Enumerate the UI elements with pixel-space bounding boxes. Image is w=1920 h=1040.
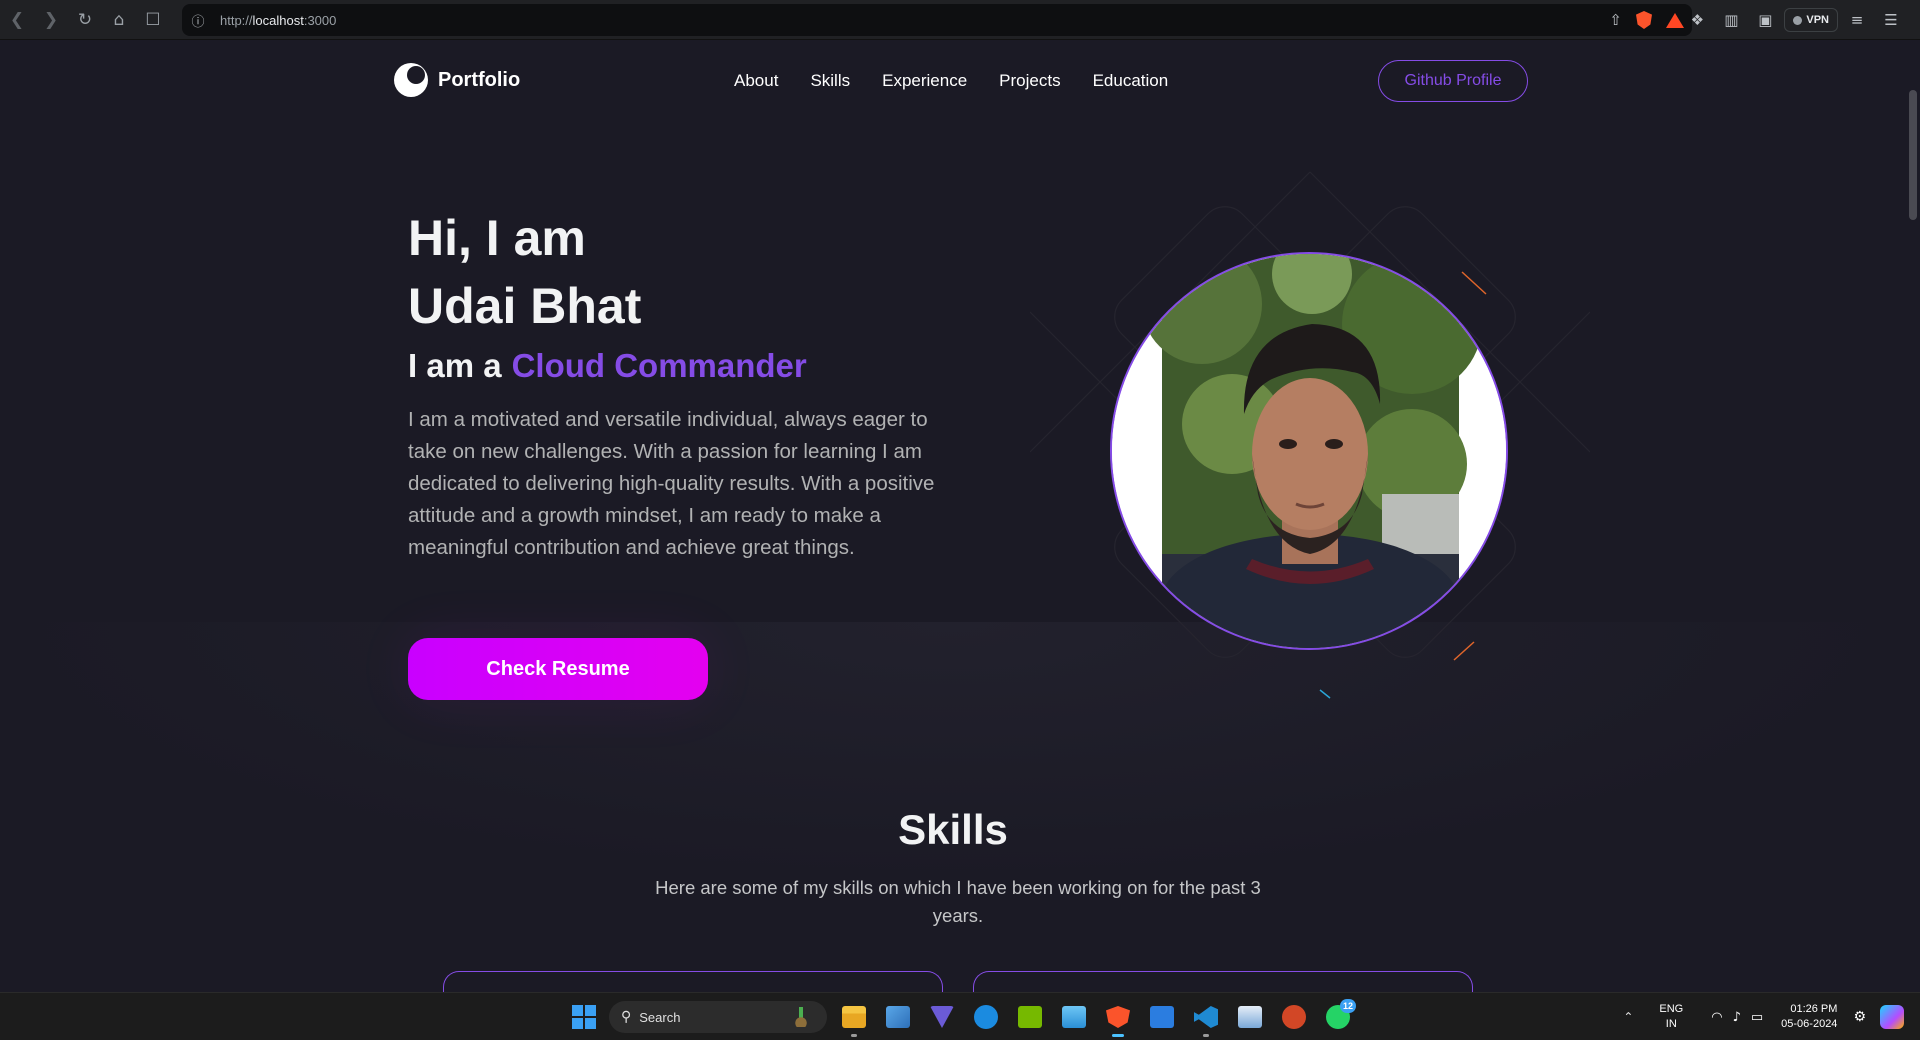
sidebar-icon[interactable]: ▥	[1716, 5, 1746, 35]
file-explorer-icon[interactable]	[836, 999, 872, 1037]
nav-link-skills[interactable]: Skills	[810, 71, 850, 91]
control-panel-icon[interactable]	[1056, 999, 1092, 1035]
calendar-icon[interactable]	[1144, 999, 1180, 1035]
role-highlight: Cloud Commander	[511, 347, 807, 384]
back-icon[interactable]: ❮	[0, 0, 34, 40]
whatsapp-icon[interactable]: 12	[1320, 999, 1356, 1035]
nav-links: About Skills Experience Projects Educati…	[734, 71, 1168, 91]
skills-description: Here are some of my skills on which I ha…	[655, 877, 1261, 926]
clock[interactable]: 01:26 PM 05-06-2024	[1781, 1002, 1837, 1032]
menu-icon[interactable]: ☰	[1876, 5, 1906, 35]
wallet-icon[interactable]: ▣	[1750, 5, 1780, 35]
check-resume-button[interactable]: Check Resume	[408, 638, 708, 700]
vscode-icon[interactable]	[1188, 999, 1224, 1037]
tray-status-icons[interactable]: ◠ ♪ ▭	[1711, 1010, 1763, 1025]
battery-icon: ▭	[1750, 1009, 1764, 1025]
profile-photo	[1110, 252, 1508, 650]
language-code: ENG	[1659, 1003, 1684, 1015]
page-scrollbar[interactable]	[1906, 40, 1920, 992]
taskbar-search[interactable]: ⚲ Search	[609, 1001, 827, 1033]
tray-overflow-icon[interactable]: ⌃	[1623, 1010, 1633, 1024]
notification-icon[interactable]: ⚙	[1853, 1009, 1866, 1025]
github-profile-button[interactable]: Github Profile	[1378, 60, 1528, 102]
extensions-icon[interactable]: ❖	[1682, 5, 1712, 35]
address-bar[interactable]: ⓘ http://localhost:3000 ⇧	[182, 4, 1692, 36]
language-indicator[interactable]: ENG IN	[1659, 1002, 1683, 1032]
search-icon: ⚲	[621, 1009, 632, 1025]
role-prefix: I am a	[408, 347, 502, 384]
hero-name: Udai Bhat	[408, 278, 642, 334]
bookmark-icon[interactable]: ☐	[136, 0, 170, 40]
photos-icon[interactable]	[880, 999, 916, 1035]
system-tray: ⌃ ENG IN ◠ ♪ ▭ 01:26 PM 05-06-2024 ⚙	[1623, 993, 1920, 1040]
whatsapp-badge: 12	[1340, 999, 1356, 1013]
site-logo[interactable]: Portfolio	[394, 63, 520, 97]
leo-ai-icon[interactable]: ≡	[1842, 5, 1872, 35]
help-icon[interactable]	[968, 999, 1004, 1035]
start-icon[interactable]	[572, 1005, 596, 1029]
forward-icon[interactable]: ❯	[34, 0, 68, 40]
vpn-button[interactable]: VPN	[1784, 8, 1838, 32]
windows-taskbar: ⚲ Search 12 ⌃ ENG IN ◠ ♪ ▭ 01:26 PM 05-0…	[0, 992, 1920, 1040]
taskbar-apps: 12	[836, 999, 1356, 1037]
browser-toolbar: ❮ ❯ ↻ ⌂ ☐ ⓘ http://localhost:3000 ⇧ ❖ ▥ …	[0, 0, 1920, 40]
vpn-label: VPN	[1806, 14, 1829, 26]
volume-icon: ♪	[1732, 1009, 1741, 1025]
nav-link-about[interactable]: About	[734, 71, 778, 91]
brave-rewards-icon[interactable]	[1666, 12, 1684, 28]
site-info-icon[interactable]: ⓘ	[182, 11, 214, 30]
share-icon[interactable]: ⇧	[1609, 11, 1622, 29]
search-label: Search	[639, 1009, 681, 1025]
vpn-app-icon[interactable]	[924, 999, 960, 1035]
clock-time: 01:26 PM	[1790, 1003, 1838, 1015]
copilot-icon[interactable]	[1880, 1005, 1904, 1029]
logo-icon	[394, 63, 428, 97]
nav-link-education[interactable]: Education	[1093, 71, 1169, 91]
hero-greeting: Hi, I am	[408, 210, 586, 266]
hero-section: Hi, I am Udai Bhat I am a Cloud Commander…	[0, 122, 1906, 882]
nvidia-icon[interactable]	[1012, 999, 1048, 1035]
brave-browser-icon[interactable]	[1100, 999, 1136, 1037]
region-code: IN	[1665, 1018, 1677, 1030]
brave-shields-icon[interactable]	[1636, 11, 1652, 29]
vpn-status-icon	[1793, 15, 1803, 25]
logo-text: Portfolio	[438, 68, 521, 91]
profile-photo-image	[1112, 254, 1506, 648]
hero-role: I am a Cloud Commander	[408, 347, 807, 385]
powerpoint-icon[interactable]	[1276, 999, 1312, 1035]
clock-date: 05-06-2024	[1781, 1018, 1838, 1030]
home-icon[interactable]: ⌂	[102, 0, 136, 40]
scrollbar-thumb[interactable]	[1909, 90, 1917, 220]
hero-description: I am a motivated and versatile individua…	[408, 408, 935, 559]
reload-icon[interactable]: ↻	[68, 0, 102, 40]
site-navbar: Portfolio About Skills Experience Projec…	[0, 40, 1906, 122]
nav-link-projects[interactable]: Projects	[999, 71, 1060, 91]
search-highlight-icon	[791, 1007, 811, 1027]
wifi-icon: ◠	[1711, 1009, 1723, 1025]
system-monitor-icon[interactable]	[1232, 999, 1268, 1035]
hero-title: Hi, I am Udai Bhat	[408, 204, 641, 340]
skills-title: Skills	[898, 806, 1008, 853]
nav-link-experience[interactable]: Experience	[882, 71, 967, 91]
url-text[interactable]: http://localhost:3000	[220, 13, 336, 28]
